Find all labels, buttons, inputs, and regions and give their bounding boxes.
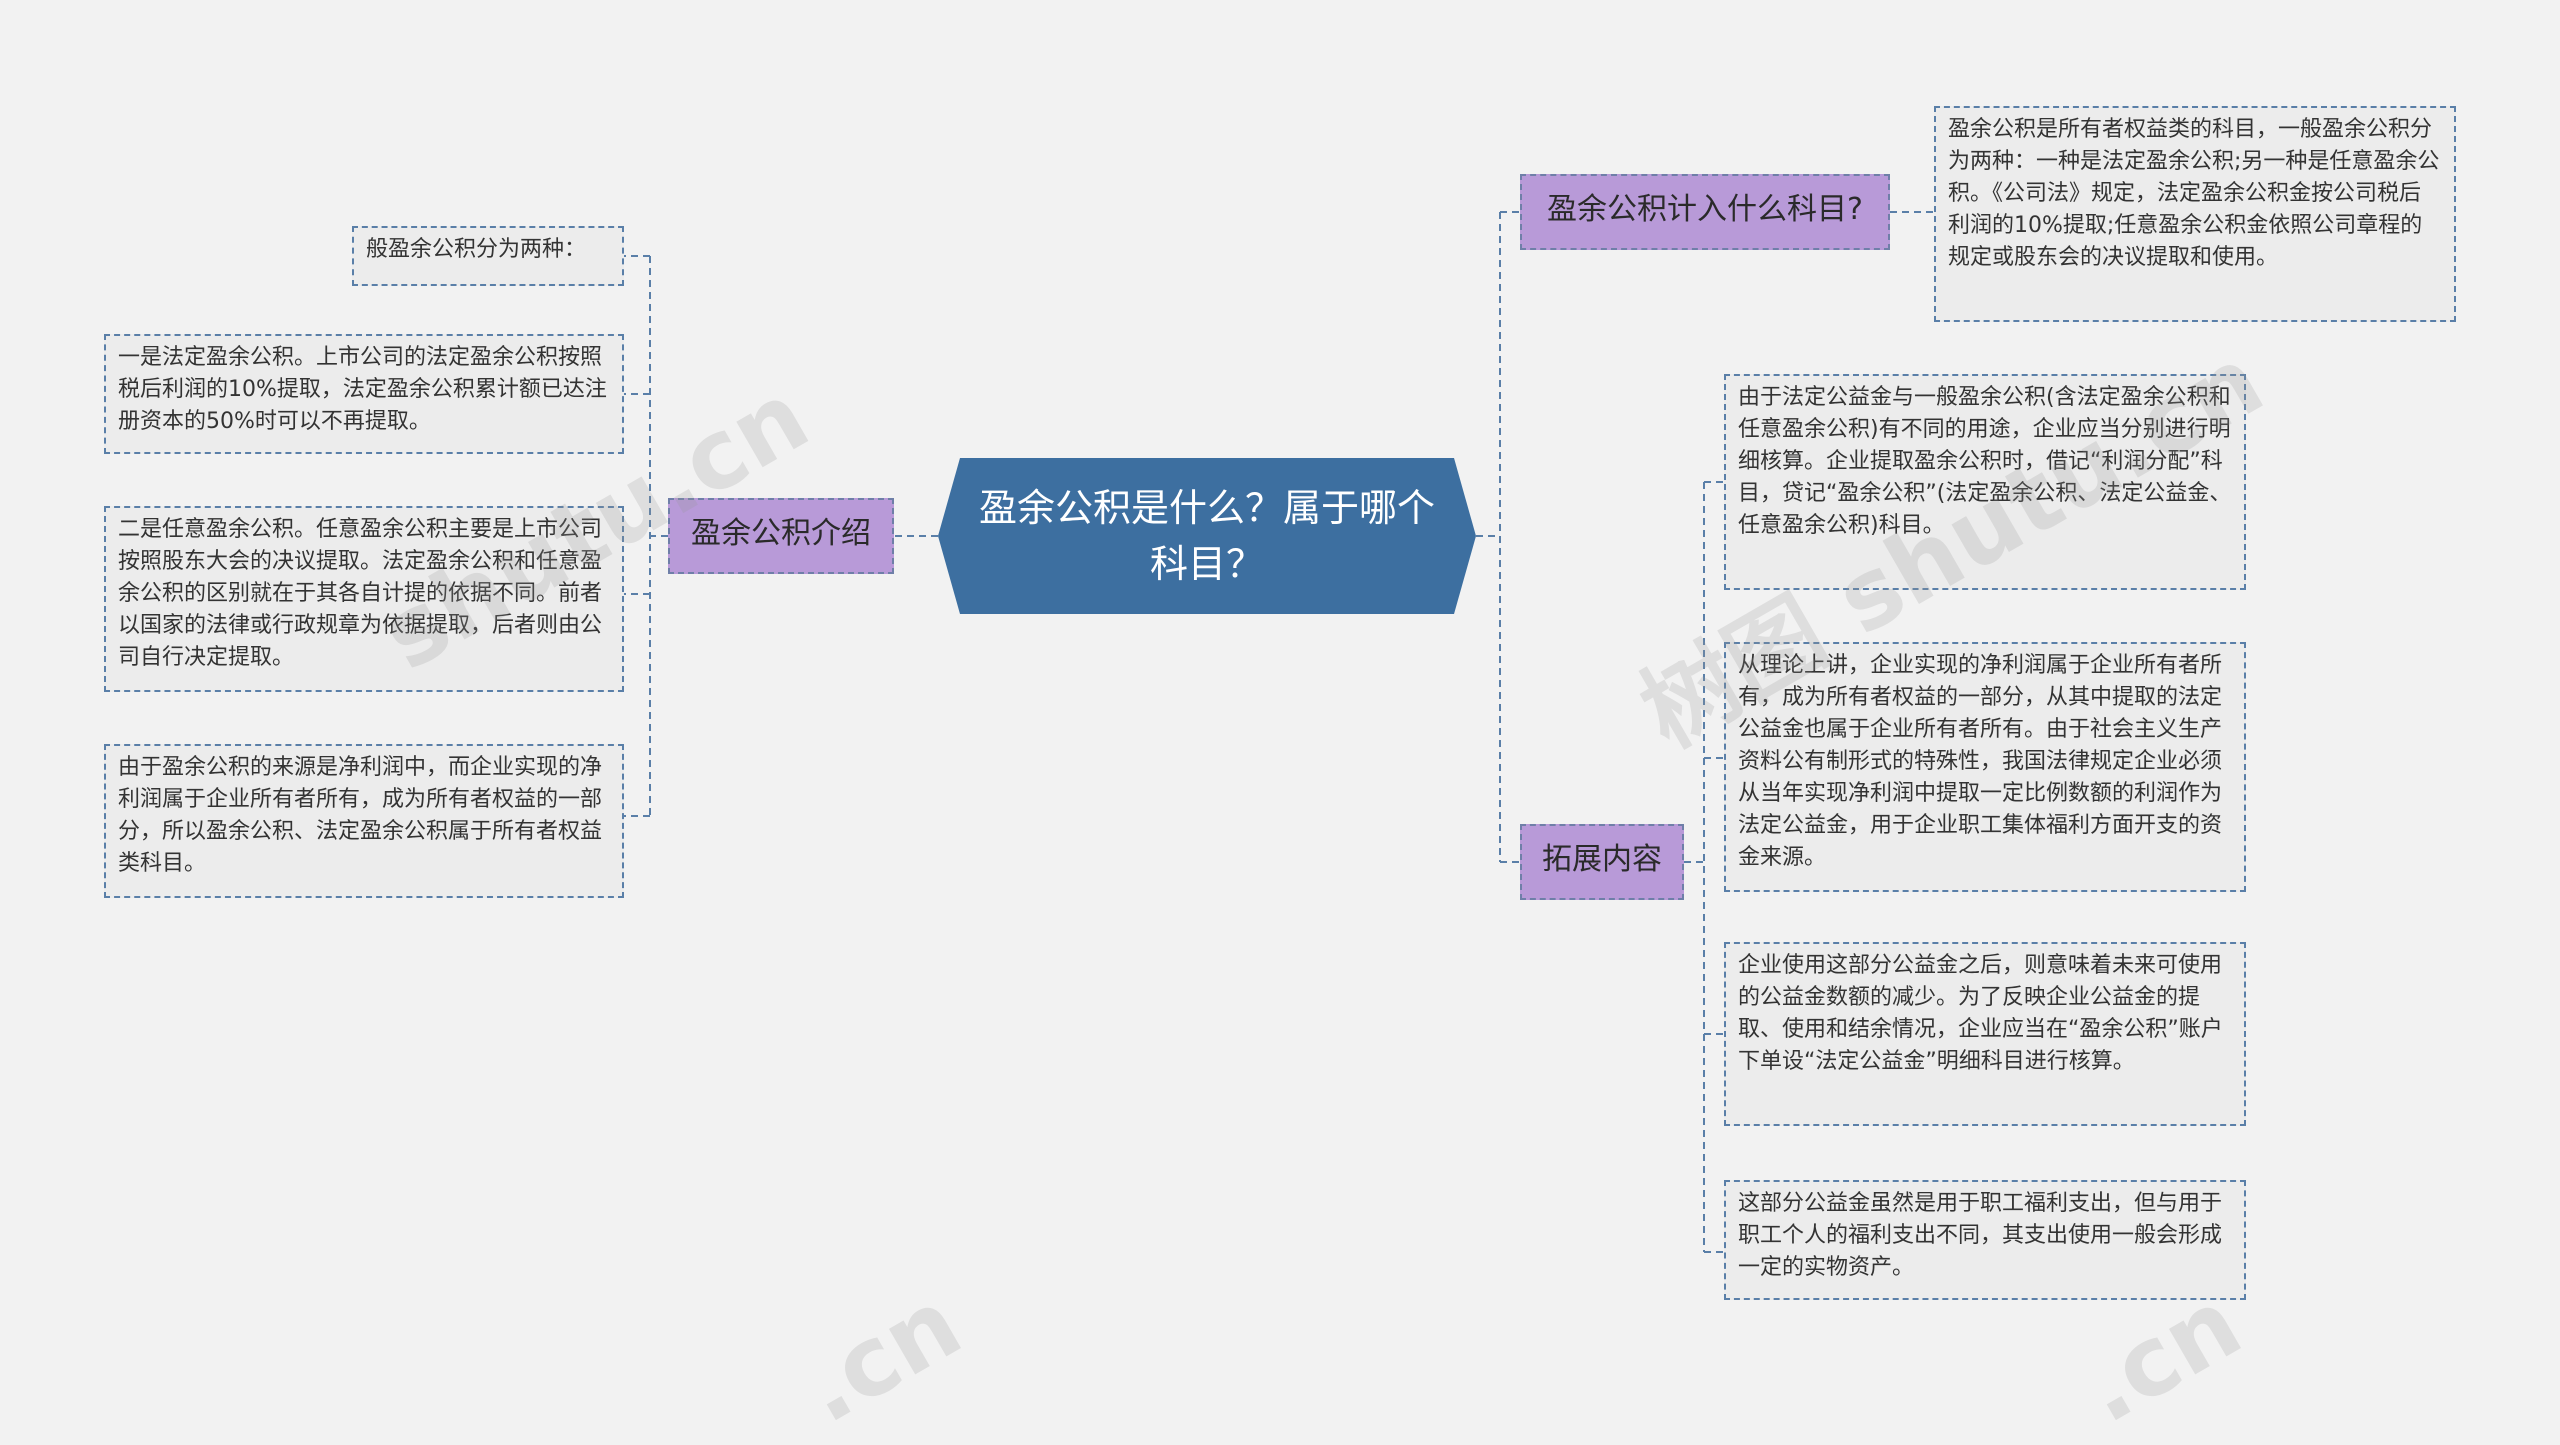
extend-leaf-2[interactable]: 从理论上讲，企业实现的净利润属于企业所有者所有，成为所有者权益的一部分，从其中提…	[1724, 642, 2246, 892]
mind-map-canvas: 盈余公积是什么？属于哪个科目？ 盈余公积介绍 般盈余公积分为两种： 一是法定盈余…	[0, 0, 2560, 1445]
branch-subject[interactable]: 盈余公积计入什么科目?	[1520, 174, 1890, 250]
connector-extend-leaves	[1684, 481, 1724, 1253]
root-label: 盈余公积是什么？属于哪个科目？	[978, 486, 1435, 586]
branch-extend-label: 拓展内容	[1542, 842, 1662, 877]
branch-subject-label: 盈余公积计入什么科目?	[1547, 192, 1863, 227]
subject-leaf-1[interactable]: 盈余公积是所有者权益类的科目，一般盈余公积分为两种：一种是法定盈余公积;另一种是…	[1934, 106, 2456, 322]
branch-extend[interactable]: 拓展内容	[1520, 824, 1684, 900]
branch-intro[interactable]: 盈余公积介绍	[668, 498, 894, 574]
intro-leaf-2[interactable]: 一是法定盈余公积。上市公司的法定盈余公积按照税后利润的10%提取，法定盈余公积累…	[104, 334, 624, 454]
connector-intro-leaves	[624, 255, 668, 817]
intro-leaf-4[interactable]: 由于盈余公积的来源是净利润中，而企业实现的净利润属于企业所有者所有，成为所有者权…	[104, 744, 624, 898]
intro-leaf-3[interactable]: 二是任意盈余公积。任意盈余公积主要是上市公司按照股东大会的决议提取。法定盈余公积…	[104, 506, 624, 692]
extend-leaf-3[interactable]: 企业使用这部分公益金之后，则意味着未来可使用的公益金数额的减少。为了反映企业公益…	[1724, 942, 2246, 1126]
extend-leaf-1[interactable]: 由于法定公益金与一般盈余公积(含法定盈余公积和任意盈余公积)有不同的用途，企业应…	[1724, 374, 2246, 590]
root-node[interactable]: 盈余公积是什么？属于哪个科目？	[938, 458, 1476, 614]
connector-root-right	[1476, 211, 1520, 863]
extend-leaf-4[interactable]: 这部分公益金虽然是用于职工福利支出，但与用于职工个人的福利支出不同，其支出使用一…	[1724, 1180, 2246, 1300]
intro-leaf-1[interactable]: 般盈余公积分为两种：	[352, 226, 624, 286]
branch-intro-label: 盈余公积介绍	[691, 516, 871, 551]
